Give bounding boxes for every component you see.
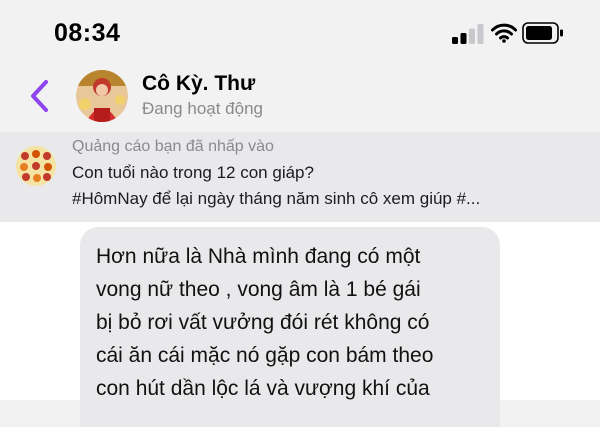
message-line: cái ăn cái mặc nó gặp con bám theo — [96, 344, 434, 367]
message-line: bị bỏ rơi vất vưởng đói rét không có — [96, 311, 430, 334]
status-bar: 08:34 — [0, 0, 600, 64]
ad-reference-label: Quảng cáo bạn đã nhấp vào — [72, 138, 274, 155]
message-list: Hơn nữa là Nhà mình đang có một vong nữ … — [0, 222, 600, 427]
message-line: Hơn nữa là Nhà mình đang có một — [96, 245, 421, 268]
chat-header: Cô Kỳ. Thư Đang hoạt động — [0, 64, 600, 128]
back-button[interactable] — [26, 78, 54, 114]
ad-description: #HômNay để lại ngày tháng năm sinh cô xe… — [72, 189, 481, 208]
battery-icon — [522, 22, 563, 44]
cellular-signal-icon — [452, 24, 484, 44]
status-time: 08:34 — [54, 19, 121, 47]
wifi-icon — [491, 23, 517, 43]
contact-avatar[interactable] — [76, 70, 128, 122]
message-line: vong nữ theo , vong âm là 1 bé gái — [96, 278, 421, 301]
contact-name[interactable]: Cô Kỳ. Thư — [142, 72, 255, 96]
message-line: con hút dần lộc lá và vượng khí của — [96, 377, 430, 400]
ad-headline: Con tuổi nào trong 12 con giáp? — [72, 163, 314, 182]
contact-status: Đang hoạt động — [142, 99, 263, 118]
ad-reference-banner[interactable]: Quảng cáo bạn đã nhấp vào Con tuổi nào t… — [0, 132, 600, 222]
ad-thumbnail — [16, 146, 56, 186]
